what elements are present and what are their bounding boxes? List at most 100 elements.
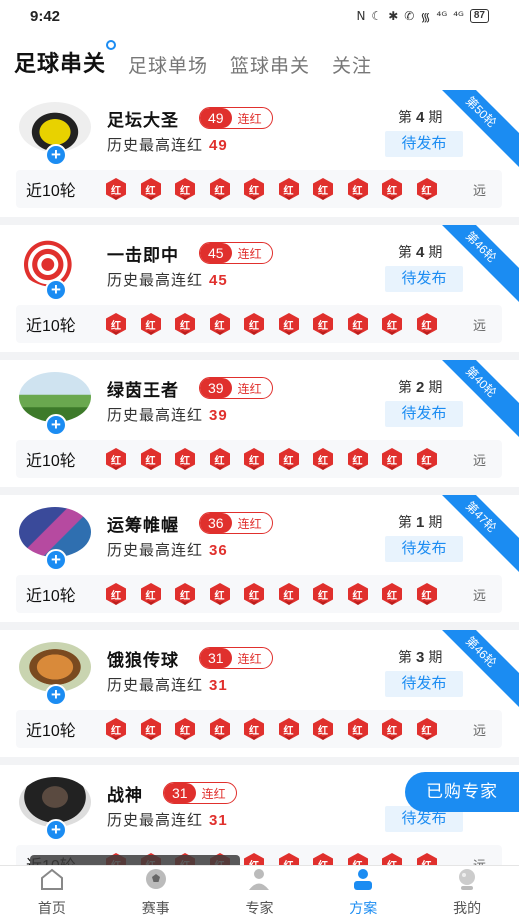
- result-badge-1: 红: [104, 177, 128, 201]
- result-badge-3: 红: [173, 447, 197, 471]
- result-badge-1: 红: [104, 447, 128, 471]
- recent-results-row: 近10轮 红红红红红红红红红红 远: [16, 170, 502, 208]
- expert-card-4[interactable]: + 运筹帷幄 36 连红 历史最高连红 36 第1期 待发布 第47轮 近10轮 …: [0, 495, 519, 622]
- avatar[interactable]: +: [19, 507, 93, 571]
- follow-plus-icon[interactable]: +: [45, 279, 67, 301]
- result-badge-5: 红: [242, 852, 266, 865]
- streak-badge: 49 连红: [199, 107, 273, 129]
- vibrate-icon: ✆: [404, 9, 415, 23]
- result-badge-6: 红: [277, 717, 301, 741]
- tab-basketball-parlay[interactable]: 篮球串关: [230, 51, 310, 78]
- far-label: 远: [472, 452, 486, 468]
- streak-badge: 31 连红: [163, 782, 237, 804]
- result-badge-2: 红: [139, 717, 163, 741]
- result-badge-1: 红: [104, 582, 128, 606]
- result-badge-6: 红: [277, 312, 301, 336]
- nav-item-5[interactable]: 我的: [415, 866, 519, 924]
- far-label: 远: [472, 317, 486, 333]
- pending-publish-button[interactable]: 待发布: [385, 131, 463, 157]
- expert-name: 饿狼传球: [107, 651, 179, 670]
- result-badge-4: 红: [208, 582, 232, 606]
- streak-badge: 36 连红: [199, 512, 273, 534]
- pending-publish-button[interactable]: 待发布: [385, 536, 463, 562]
- bought-experts-button[interactable]: 已购专家: [405, 772, 519, 812]
- expert-card-5[interactable]: + 饿狼传球 31 连红 历史最高连红 31 第3期 待发布 第46轮 近10轮 …: [0, 630, 519, 757]
- avatar[interactable]: +: [19, 102, 93, 166]
- nav-label: 赛事: [141, 900, 170, 916]
- pending-publish-button[interactable]: 待发布: [385, 401, 463, 427]
- result-badge-6: 红: [277, 852, 301, 865]
- expert-card-1[interactable]: + 足坛大圣 49 连红 历史最高连红 49 第4期 待发布 第50轮 近10轮 …: [0, 90, 519, 217]
- recent-label: 近10轮: [26, 183, 76, 200]
- result-badge-1: 红: [104, 312, 128, 336]
- nav-item-4[interactable]: 方案: [311, 866, 415, 924]
- status-time: 9:42: [30, 7, 61, 25]
- avatar[interactable]: +: [19, 237, 93, 301]
- result-badge-5: 红: [242, 582, 266, 606]
- nav-item-1[interactable]: 首页: [0, 866, 104, 924]
- streak-badge: 45 连红: [199, 242, 273, 264]
- result-badge-5: 红: [242, 447, 266, 471]
- battery-icon: 87: [469, 9, 489, 23]
- far-label: 远: [472, 857, 486, 866]
- recent-label: 近10轮: [26, 318, 76, 335]
- period-number: 4: [416, 109, 425, 126]
- streak-label: 连红: [237, 651, 262, 666]
- category-tabs: 足球串关 足球单场 篮球串关 关注: [0, 32, 519, 90]
- tab-football-single[interactable]: 足球单场: [128, 51, 208, 78]
- result-badge-3: 红: [173, 582, 197, 606]
- result-badge-2: 红: [139, 312, 163, 336]
- streak-label: 连红: [237, 516, 262, 531]
- far-label: 远: [472, 587, 486, 603]
- history-value: 49: [209, 137, 228, 154]
- result-badge-8: 红: [346, 177, 370, 201]
- result-badge-7: 红: [311, 447, 335, 471]
- result-badge-10: 红: [415, 312, 439, 336]
- result-badge-2: 红: [139, 582, 163, 606]
- avatar[interactable]: +: [19, 372, 93, 436]
- round-ribbon: 第46轮: [423, 225, 519, 305]
- pending-publish-button[interactable]: 待发布: [385, 671, 463, 697]
- follow-plus-icon[interactable]: +: [45, 144, 67, 166]
- period-info: 第4期: [398, 244, 443, 261]
- nav-item-2[interactable]: 赛事: [104, 866, 208, 924]
- result-badge-5: 红: [242, 312, 266, 336]
- result-badge-3: 红: [173, 177, 197, 201]
- streak-label: 连红: [201, 786, 226, 801]
- profile-icon: [454, 867, 480, 898]
- history-label: 历史最高连红: [107, 812, 204, 829]
- result-badge-7: 红: [311, 717, 335, 741]
- follow-plus-icon[interactable]: +: [45, 549, 67, 571]
- result-badge-3: 红: [173, 312, 197, 336]
- avatar[interactable]: +: [19, 777, 93, 841]
- follow-plus-icon[interactable]: +: [45, 414, 67, 436]
- avatar[interactable]: +: [19, 642, 93, 706]
- result-badge-3: 红: [173, 717, 197, 741]
- streak-label: 连红: [237, 246, 262, 261]
- tab-follow[interactable]: 关注: [332, 51, 372, 78]
- follow-plus-icon[interactable]: +: [45, 684, 67, 706]
- results-list: 红红红红红红红红红红: [104, 177, 439, 201]
- bottom-nav: 首页 赛事 专家 方案 我的: [0, 865, 519, 924]
- history-best: 历史最高连红 36: [107, 539, 228, 560]
- streak-count: 31: [164, 783, 196, 803]
- streak-count: 49: [200, 108, 232, 128]
- result-badge-8: 红: [346, 447, 370, 471]
- result-badge-4: 红: [208, 717, 232, 741]
- result-badge-8: 红: [346, 312, 370, 336]
- nav-item-3[interactable]: 专家: [208, 866, 312, 924]
- history-best: 历史最高连红 31: [107, 809, 228, 830]
- tab-football-parlay[interactable]: 足球串关: [14, 40, 117, 78]
- pending-publish-button[interactable]: 待发布: [385, 266, 463, 292]
- history-value: 36: [209, 542, 228, 559]
- follow-plus-icon[interactable]: +: [45, 819, 67, 841]
- signal-icon: ⁴ᴳ: [436, 9, 448, 23]
- results-list: 红红红红红红红红红红: [104, 447, 439, 471]
- expert-card-3[interactable]: + 绿茵王者 39 连红 历史最高连红 39 第2期 待发布 第40轮 近10轮 …: [0, 360, 519, 487]
- expert-card-2[interactable]: + 一击即中 45 连红 历史最高连红 45 第4期 待发布 第46轮 近10轮 …: [0, 225, 519, 352]
- plan-icon: [350, 867, 376, 898]
- streak-badge: 39 连红: [199, 377, 273, 399]
- home-icon: [39, 867, 65, 898]
- nav-label: 专家: [245, 900, 274, 916]
- result-badge-9: 红: [380, 177, 404, 201]
